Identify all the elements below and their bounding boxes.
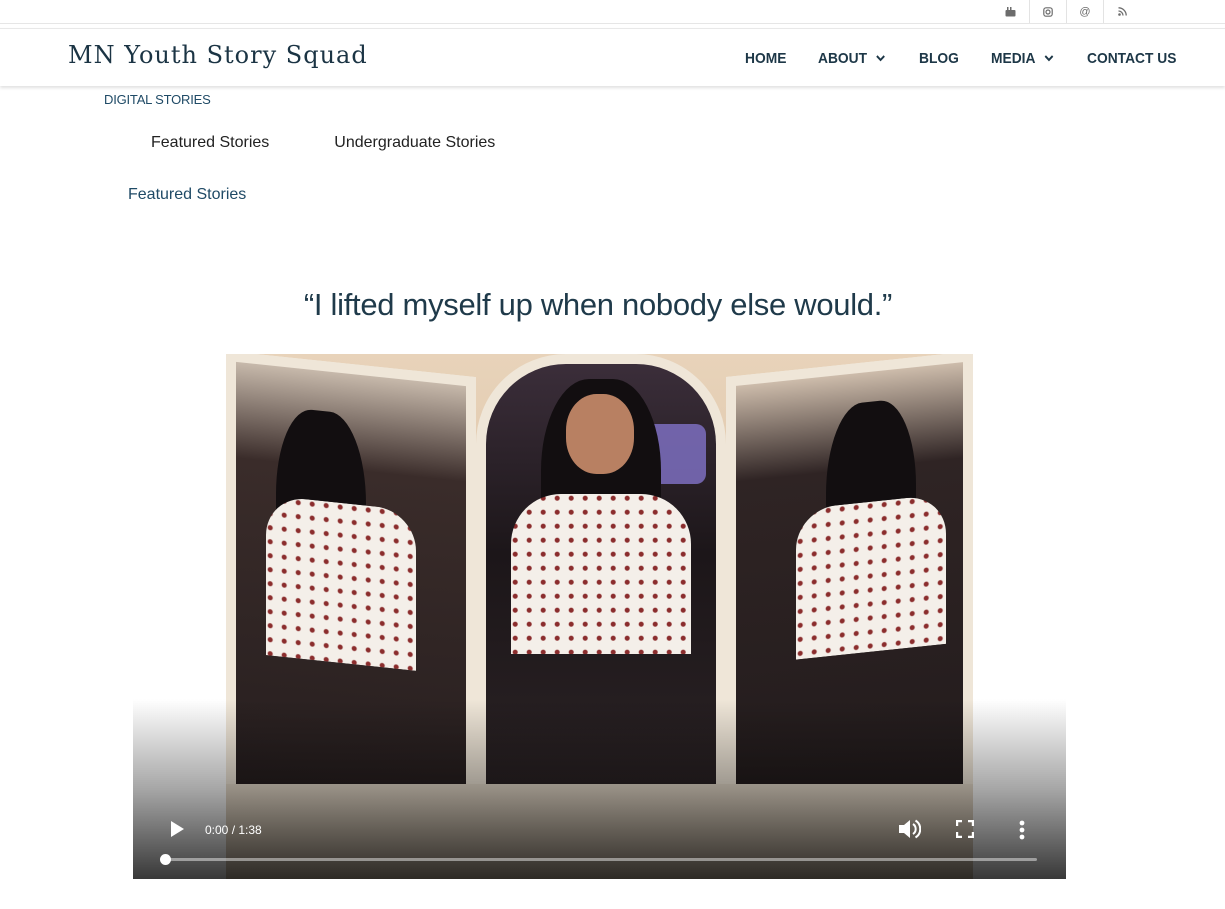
nav-blog[interactable]: BLOG [919, 50, 959, 67]
nav-about[interactable]: ABOUT [818, 49, 886, 67]
volume-icon[interactable] [897, 818, 922, 845]
nav-home[interactable]: HOME [745, 50, 786, 67]
tab-undergraduate-stories[interactable]: Undergraduate Stories [334, 134, 495, 152]
main-nav: HOME ABOUT BLOG MEDIA CONTACT US [745, 29, 1184, 87]
video-controls [133, 699, 1066, 879]
social-links: @ [992, 0, 1140, 23]
nav-home-label: HOME [745, 49, 787, 67]
nav-media-label: MEDIA [990, 49, 1036, 67]
more-options-icon[interactable] [1019, 820, 1025, 845]
site-brand[interactable]: MN Youth Story Squad [68, 41, 368, 69]
video-player[interactable]: 0:00 / 1:38 [133, 354, 1066, 879]
instagram-icon[interactable] [1029, 0, 1066, 23]
chevron-down-icon [876, 53, 886, 63]
story-tabs: Featured Stories Undergraduate Stories [151, 134, 560, 152]
fullscreen-icon[interactable] [955, 819, 975, 843]
story-quote: “I lifted myself up when nobody else wou… [303, 287, 893, 322]
nav-about-label: ABOUT [818, 49, 868, 67]
rss-icon[interactable] [1103, 0, 1140, 23]
nav-media[interactable]: MEDIA [991, 50, 1054, 67]
play-icon[interactable] [169, 820, 185, 843]
chevron-down-icon [1044, 53, 1054, 63]
youtube-icon[interactable] [992, 0, 1029, 23]
current-tab-title: Featured Stories [128, 186, 247, 203]
video-time: 0:00 / 1:38 [205, 823, 262, 837]
video-scrubber-handle[interactable] [160, 854, 171, 865]
nav-blog-label: BLOG [919, 49, 960, 67]
nav-contact-us-label: CONTACT US [1087, 49, 1177, 67]
email-icon[interactable]: @ [1066, 0, 1103, 23]
site-header: MN Youth Story Squad HOME ABOUT BLOG MED… [0, 28, 1225, 86]
top-social-bar: @ [0, 0, 1225, 24]
section-label: DIGITAL STORIES [104, 92, 211, 107]
tab-featured-stories[interactable]: Featured Stories [151, 134, 269, 152]
nav-contact-us[interactable]: CONTACT US [1087, 50, 1176, 67]
video-progress-track[interactable] [160, 854, 1037, 865]
